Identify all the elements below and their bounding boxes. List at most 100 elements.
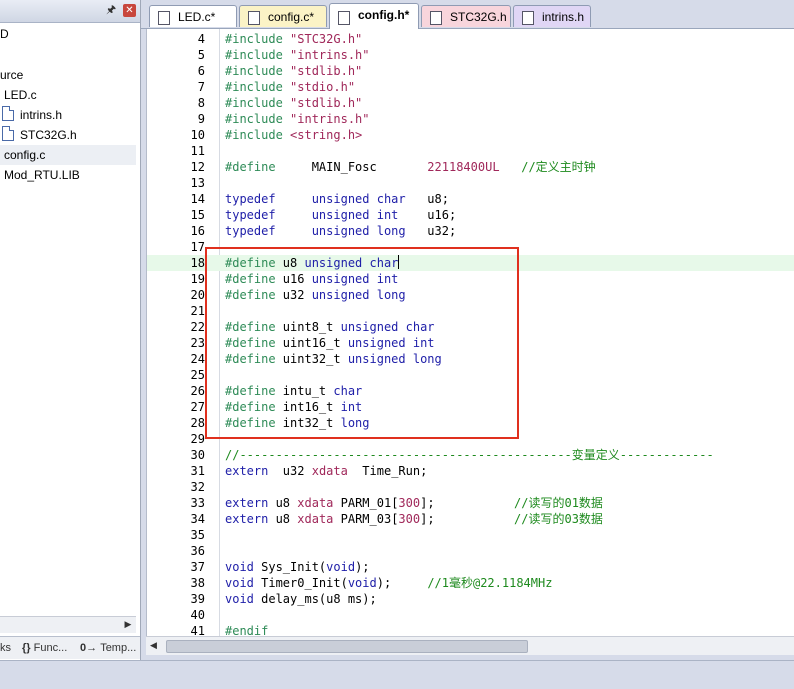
code-line[interactable]: 6 #include "stdlib.h": [147, 63, 794, 79]
scroll-right-icon[interactable]: ▶: [122, 619, 134, 631]
document-icon: [430, 11, 442, 25]
line-number: 36: [190, 544, 205, 558]
line-number: 35: [190, 528, 205, 542]
code-line[interactable]: 40: [147, 607, 794, 623]
document-icon: [338, 11, 350, 25]
close-icon[interactable]: ✕: [123, 4, 136, 17]
code-text: #define u16 unsigned int: [225, 272, 399, 286]
code-line[interactable]: 22 #define uint8_t unsigned char: [147, 319, 794, 335]
code-line[interactable]: 12 #define MAIN_Fosc 22118400UL //定义主时钟: [147, 159, 794, 175]
line-number: 11: [190, 144, 205, 158]
code-editor[interactable]: 4 #include "STC32G.h" 5 #include "intrins.h…: [146, 29, 794, 636]
project-panel: 🖈 ✕ Durce LED.c intrins.h STC32G.h config.c M…: [0, 0, 141, 660]
code-line[interactable]: 21: [147, 303, 794, 319]
code-text: typedef unsigned int u16;: [225, 208, 457, 222]
code-line[interactable]: 37 void Sys_Init(void);: [147, 559, 794, 575]
code-line[interactable]: 10 #include <string.h>: [147, 127, 794, 143]
code-line[interactable]: 14 typedef unsigned char u8;: [147, 191, 794, 207]
editor-tab-label: config.h*: [358, 8, 410, 22]
line-number: 5: [197, 48, 205, 62]
line-number: 27: [190, 400, 205, 414]
code-text: #define uint16_t unsigned int: [225, 336, 435, 350]
code-text: #include "intrins.h": [225, 48, 370, 62]
project-panel-scrollbar[interactable]: ▶: [0, 616, 136, 633]
code-line[interactable]: 29: [147, 431, 794, 447]
code-line[interactable]: 20 #define u32 unsigned long: [147, 287, 794, 303]
line-number: 24: [190, 352, 205, 366]
code-line[interactable]: 18 #define u8 unsigned char: [147, 255, 794, 271]
line-number: 16: [190, 224, 205, 238]
tree-item[interactable]: config.c: [0, 145, 136, 165]
line-number: 37: [190, 560, 205, 574]
tree-item[interactable]: intrins.h: [0, 105, 136, 125]
tree-item-label: urce: [0, 68, 24, 82]
line-number: 17: [190, 240, 205, 254]
tree-item-label: D: [0, 27, 9, 41]
code-line[interactable]: 35: [147, 527, 794, 543]
editor-tab[interactable]: STC32G.h: [421, 5, 511, 27]
code-line[interactable]: 32: [147, 479, 794, 495]
code-line[interactable]: 9 #include "intrins.h": [147, 111, 794, 127]
editor-tab[interactable]: intrins.h: [513, 5, 591, 27]
line-number: 39: [190, 592, 205, 606]
tree-item[interactable]: LED.c: [0, 85, 136, 105]
code-line[interactable]: 4 #include "STC32G.h": [147, 31, 794, 47]
code-line[interactable]: 11: [147, 143, 794, 159]
tree-item[interactable]: Mod_RTU.LIB: [0, 165, 136, 185]
editor-tab[interactable]: config.c*: [239, 5, 327, 27]
code-line[interactable]: 25: [147, 367, 794, 383]
tree-item[interactable]: STC32G.h: [0, 125, 136, 145]
code-line[interactable]: 7 #include "stdio.h": [147, 79, 794, 95]
tree-item[interactable]: D: [0, 24, 136, 44]
panel-tab[interactable]: ks: [0, 638, 11, 658]
code-line[interactable]: 5 #include "intrins.h": [147, 47, 794, 63]
code-line[interactable]: 33 extern u8 xdata PARM_01[300]; //读写的01数…: [147, 495, 794, 511]
panel-tab[interactable]: 0→ Temp...: [80, 638, 136, 658]
code-text: typedef unsigned long u32;: [225, 224, 457, 238]
line-number: 13: [190, 176, 205, 190]
code-line[interactable]: 24 #define uint32_t unsigned long: [147, 351, 794, 367]
editor-tab[interactable]: LED.c*: [149, 5, 237, 27]
tree-item-label: LED.c: [4, 88, 37, 102]
code-line[interactable]: 8 #include "stdlib.h": [147, 95, 794, 111]
line-number: 22: [190, 320, 205, 334]
tree-item-label: Mod_RTU.LIB: [4, 168, 80, 182]
tree-item[interactable]: [0, 44, 136, 64]
code-text: #define u32 unsigned long: [225, 288, 406, 302]
line-number: 19: [190, 272, 205, 286]
code-line[interactable]: 28 #define int32_t long: [147, 415, 794, 431]
code-text: #define MAIN_Fosc 22118400UL //定义主时钟: [225, 160, 596, 174]
code-line[interactable]: 30 //------------------------------------…: [147, 447, 794, 463]
scroll-left-icon[interactable]: ◀: [150, 640, 162, 652]
code-line[interactable]: 17: [147, 239, 794, 255]
line-number: 41: [190, 624, 205, 636]
code-line[interactable]: 27 #define int16_t int: [147, 399, 794, 415]
panel-tab[interactable]: {} Func...: [22, 638, 67, 658]
code-line[interactable]: 41 #endif: [147, 623, 794, 636]
editor-tab-label: intrins.h: [542, 10, 585, 24]
code-line[interactable]: 26 #define intu_t char: [147, 383, 794, 399]
pin-icon[interactable]: 🖈: [106, 4, 118, 16]
code-line[interactable]: 23 #define uint16_t unsigned int: [147, 335, 794, 351]
panel-tab-icon: 0→: [80, 642, 101, 654]
line-number: 6: [197, 64, 205, 78]
code-line[interactable]: 39 void delay_ms(u8 ms);: [147, 591, 794, 607]
code-text: void Timer0_Init(void); //1毫秒@22.1184MHz: [225, 576, 553, 590]
code-line[interactable]: 38 void Timer0_Init(void); //1毫秒@22.1184M…: [147, 575, 794, 591]
editor-horizontal-scrollbar[interactable]: ◀: [146, 636, 794, 655]
code-text: #define uint8_t unsigned char: [225, 320, 435, 334]
code-line[interactable]: 34 extern u8 xdata PARM_03[300]; //读写的03数…: [147, 511, 794, 527]
code-line[interactable]: 19 #define u16 unsigned int: [147, 271, 794, 287]
line-number: 31: [190, 464, 205, 478]
tree-item[interactable]: urce: [0, 65, 136, 85]
code-line[interactable]: 13: [147, 175, 794, 191]
code-line[interactable]: 31 extern u32 xdata Time_Run;: [147, 463, 794, 479]
code-line[interactable]: 36: [147, 543, 794, 559]
scrollbar-thumb[interactable]: [166, 640, 528, 653]
code-text: #include <string.h>: [225, 128, 363, 142]
editor-tab[interactable]: config.h*: [329, 3, 419, 29]
tree-item-label: intrins.h: [20, 108, 63, 122]
code-line[interactable]: 15 typedef unsigned int u16;: [147, 207, 794, 223]
code-text: extern u32 xdata Time_Run;: [225, 464, 428, 478]
code-line[interactable]: 16 typedef unsigned long u32;: [147, 223, 794, 239]
